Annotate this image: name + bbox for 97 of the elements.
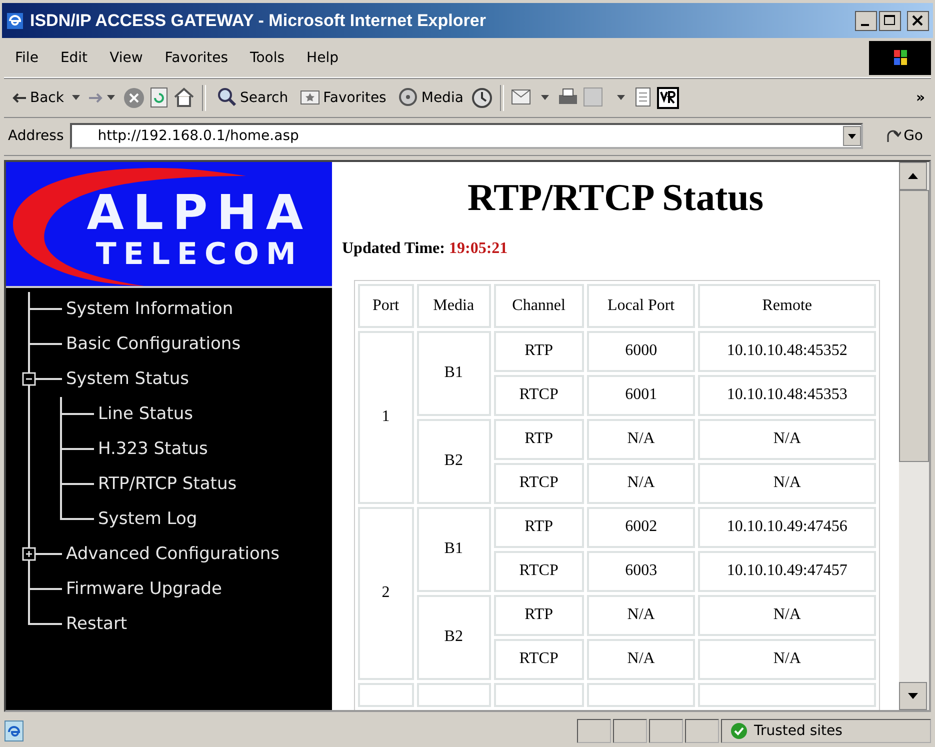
vr-icon <box>657 86 680 109</box>
table-cell: 6001 <box>586 374 696 416</box>
table-cell: 10.10.10.49:47456 <box>698 506 876 548</box>
tree-item[interactable]: System Log <box>98 509 198 530</box>
table-cell: RTP <box>494 418 584 460</box>
scroll-thumb[interactable] <box>899 190 929 462</box>
logo-text: TELECOM <box>96 238 303 272</box>
windows-logo-icon <box>869 40 931 75</box>
tree-item[interactable]: RTP/RTCP Status <box>98 474 237 494</box>
menu-item[interactable]: Edit <box>49 46 99 70</box>
table-cell: RTP <box>494 594 584 636</box>
more-button[interactable]: » <box>910 90 931 106</box>
refresh-icon <box>149 86 169 109</box>
expand-icon[interactable] <box>22 546 36 561</box>
table-cell: N/A <box>586 638 696 680</box>
column-header: Port <box>358 284 414 328</box>
dropdown-arrow-icon[interactable] <box>72 94 80 101</box>
column-header: Channel <box>494 284 584 328</box>
toolbar-button[interactable]: Media <box>394 84 468 111</box>
close-icon[interactable] <box>907 10 929 31</box>
go-button[interactable]: Go <box>880 126 927 146</box>
tree-item[interactable]: System Status <box>66 369 189 390</box>
table-cell: B2 <box>416 594 491 680</box>
scroll-down-icon[interactable] <box>899 682 927 710</box>
tree-item[interactable]: System Information <box>66 299 234 320</box>
table-cell: 10.10.10.48:45353 <box>698 374 876 416</box>
address-field[interactable]: http://192.168.0.1/home.asp <box>70 123 863 150</box>
menu-item[interactable]: Help <box>296 46 350 70</box>
table-cell: N/A <box>698 462 876 504</box>
status-panel <box>649 719 683 744</box>
tree-item[interactable]: Restart <box>66 614 128 634</box>
arrow-right-icon <box>88 92 103 103</box>
table-cell: N/A <box>586 418 696 460</box>
table-cell: RTP <box>494 330 584 372</box>
menu-item[interactable]: File <box>4 46 50 70</box>
magnifier-icon <box>217 86 237 109</box>
check-icon <box>730 722 748 740</box>
table-cell: N/A <box>698 638 876 680</box>
updated-time: 19:05:21 <box>448 240 508 258</box>
table-cell: RTCP <box>494 638 584 680</box>
arrow-left-icon <box>12 92 27 103</box>
dropdown-arrow-icon[interactable] <box>541 94 550 101</box>
table-cell: B1 <box>416 506 491 592</box>
menu-item[interactable]: Favorites <box>154 46 240 70</box>
menu-item[interactable]: View <box>98 46 154 70</box>
browser-icon <box>6 12 24 30</box>
column-header: Local Port <box>586 284 696 328</box>
menu-item[interactable]: Tools <box>239 46 296 70</box>
history-icon <box>471 86 494 109</box>
table-cell: 1 <box>358 330 414 504</box>
table-cell: N/A <box>586 594 696 636</box>
tree-item[interactable]: Line Status <box>98 404 194 424</box>
tree-item[interactable]: Basic Configurations <box>66 334 241 354</box>
dropdown-arrow-icon[interactable] <box>617 94 626 101</box>
status-panel <box>613 719 647 744</box>
collapse-icon[interactable] <box>22 372 36 386</box>
table-cell: 6000 <box>586 330 696 372</box>
table-cell: B1 <box>416 330 491 416</box>
logo-text: ALPHA <box>86 188 312 238</box>
minimize-icon[interactable] <box>855 10 877 31</box>
status-panel <box>577 719 611 744</box>
tree-item[interactable]: H.323 Status <box>98 439 208 460</box>
security-zone: Trusted sites <box>754 723 842 740</box>
toolbar-button[interactable]: Search <box>213 84 292 111</box>
table-cell: 2 <box>358 506 414 680</box>
toolbar-button[interactable]: Back <box>8 88 68 108</box>
table-cell: N/A <box>698 594 876 636</box>
table-cell: 6003 <box>586 550 696 592</box>
column-header: Remote <box>698 284 876 328</box>
tree-item[interactable]: Firmware Upgrade <box>66 579 222 600</box>
table-cell: N/A <box>698 418 876 460</box>
document-icon <box>633 86 654 109</box>
table-cell: RTCP <box>494 462 584 504</box>
window-title: ISDN/IP ACCESS GATEWAY - Microsoft Internet Explorer <box>30 10 487 31</box>
go-arrow-icon <box>884 128 901 144</box>
table-cell: RTCP <box>494 550 584 592</box>
page-icon <box>4 720 26 742</box>
table-cell: 10.10.10.48:45352 <box>698 330 876 372</box>
table-cell: RTCP <box>494 374 584 416</box>
address-label: Address <box>8 128 64 144</box>
stop-icon <box>123 86 145 109</box>
table-cell: RTP <box>494 506 584 548</box>
updated-label: Updated Time: <box>342 240 445 258</box>
table-cell: 6002 <box>586 506 696 548</box>
dropdown-arrow-icon[interactable] <box>107 94 115 101</box>
tree-item[interactable]: Advanced Configurations <box>66 544 280 564</box>
column-header: Media <box>416 284 491 328</box>
page-heading: RTP/RTCP Status <box>466 176 765 220</box>
scrollbar[interactable] <box>899 162 929 710</box>
toolbar-button[interactable]: Favorites <box>296 84 390 111</box>
home-icon <box>173 86 195 109</box>
maximize-icon[interactable] <box>879 10 901 31</box>
table-cell: 10.10.10.49:47457 <box>698 550 876 592</box>
table-cell: B2 <box>416 418 491 504</box>
scroll-up-icon[interactable] <box>899 162 927 190</box>
status-panel <box>685 719 719 744</box>
table-cell: N/A <box>586 462 696 504</box>
